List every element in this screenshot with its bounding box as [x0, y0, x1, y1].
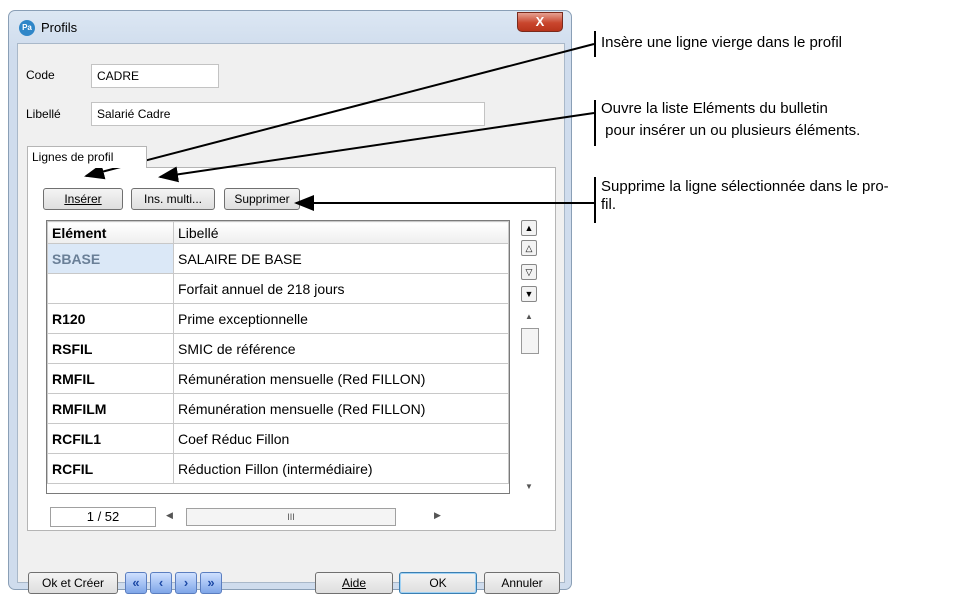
- profils-window: Pa Profils X Code CADRE Libellé Salarié …: [8, 10, 572, 594]
- libelle-field[interactable]: Salarié Cadre: [91, 102, 485, 126]
- app-icon: Pa: [19, 20, 35, 36]
- cell-element[interactable]: RCFIL: [47, 453, 174, 484]
- cell-libelle[interactable]: Coef Réduc Fillon: [173, 423, 509, 454]
- libelle-label: Libellé: [26, 107, 61, 121]
- window-title: Profils: [41, 20, 78, 35]
- annotation-insert: Insère une ligne vierge dans le profil: [601, 34, 842, 51]
- scroll-left-arrow-icon[interactable]: ◀: [166, 510, 173, 521]
- cell-element[interactable]: SBASE: [47, 243, 174, 274]
- scroll-right-arrow-icon[interactable]: ▶: [434, 510, 441, 521]
- horizontal-scroll-thumb[interactable]: III: [186, 508, 396, 526]
- column-header-element[interactable]: Elément: [47, 221, 174, 244]
- cancel-button[interactable]: Annuler: [484, 572, 560, 594]
- move-down-icon[interactable]: ▽: [521, 264, 537, 280]
- tab-lignes-de-profil[interactable]: Lignes de profil: [27, 146, 147, 168]
- annotation-bar-multi: [594, 100, 596, 146]
- table-row[interactable]: R120 Prime exceptionnelle: [47, 303, 509, 334]
- cell-libelle[interactable]: Prime exceptionnelle: [173, 303, 509, 334]
- scroll-grip: III: [287, 512, 295, 522]
- cell-libelle[interactable]: Réduction Fillon (intermédiaire): [173, 453, 509, 484]
- last-record-icon[interactable]: »: [200, 572, 222, 594]
- row-counter: 1 / 52: [50, 507, 156, 527]
- scroll-thumb[interactable]: [521, 328, 539, 354]
- title-bar: Pa Profils X: [9, 11, 571, 41]
- table-row[interactable]: SBASE SALAIRE DE BASE: [47, 243, 509, 274]
- annotation-delete-line2: fil.: [601, 196, 616, 213]
- cell-libelle[interactable]: SMIC de référence: [173, 333, 509, 364]
- annotation-delete-line1: Supprime la ligne sélectionnée dans le p…: [601, 178, 889, 195]
- cell-libelle[interactable]: SALAIRE DE BASE: [173, 243, 509, 274]
- dialog-client: Code CADRE Libellé Salarié Cadre Lignes …: [17, 43, 565, 594]
- horizontal-scrollbar[interactable]: ◀ III ▶: [158, 507, 441, 527]
- ok-button[interactable]: OK: [399, 572, 477, 594]
- insert-multi-button[interactable]: Ins. multi...: [131, 188, 215, 210]
- code-label: Code: [26, 68, 55, 82]
- ok-create-button[interactable]: Ok et Créer: [28, 572, 118, 594]
- code-field[interactable]: CADRE: [91, 64, 219, 88]
- cell-libelle[interactable]: Forfait annuel de 218 jours: [173, 273, 509, 304]
- cell-element[interactable]: RSFIL: [47, 333, 174, 364]
- move-first-icon[interactable]: ▲: [521, 220, 537, 236]
- help-button-label: Aide: [341, 576, 367, 590]
- cell-element[interactable]: R120: [47, 303, 174, 334]
- table-row[interactable]: RCFIL Réduction Fillon (intermédiaire): [47, 453, 509, 484]
- help-button[interactable]: Aide: [315, 572, 393, 594]
- table-row[interactable]: RMFIL Rémunération mensuelle (Red FILLON…: [47, 363, 509, 394]
- first-record-icon[interactable]: «: [125, 572, 147, 594]
- cell-libelle[interactable]: Rémunération mensuelle (Red FILLON): [173, 393, 509, 424]
- vertical-scrollbar[interactable]: ▲ △ ▽ ▼ ▲ ▼: [521, 220, 539, 500]
- delete-button-label: Supprimer: [234, 192, 290, 206]
- table-row[interactable]: RSFIL SMIC de référence: [47, 333, 509, 364]
- annotation-multi-line1: Ouvre la liste Eléments du bulletin: [601, 100, 828, 117]
- table-row[interactable]: Forfait annuel de 218 jours: [47, 273, 509, 304]
- next-record-icon[interactable]: ›: [175, 572, 197, 594]
- annotation-multi-line2: pour insérer un ou plusieurs éléments.: [601, 122, 861, 139]
- cell-element[interactable]: RMFIL: [47, 363, 174, 394]
- grid-header-row: Elément Libellé: [47, 221, 509, 244]
- table-row[interactable]: RMFILM Rémunération mensuelle (Red FILLO…: [47, 393, 509, 424]
- scroll-down-arrow-icon[interactable]: ▼: [525, 482, 533, 491]
- move-up-icon[interactable]: △: [521, 240, 537, 256]
- annotation-bar-delete: [594, 177, 596, 223]
- delete-button[interactable]: Supprimer: [224, 188, 300, 210]
- profile-lines-grid: Elément Libellé SBASE SALAIRE DE BASE Fo…: [46, 220, 510, 494]
- close-button[interactable]: X: [517, 12, 563, 32]
- cell-libelle[interactable]: Rémunération mensuelle (Red FILLON): [173, 363, 509, 394]
- insert-button-label: Insérer: [64, 192, 102, 206]
- column-header-libelle[interactable]: Libellé: [173, 221, 509, 244]
- insert-button[interactable]: Insérer: [43, 188, 123, 210]
- cell-element[interactable]: RMFILM: [47, 393, 174, 424]
- previous-record-icon[interactable]: ‹: [150, 572, 172, 594]
- annotation-bar-insert: [594, 31, 596, 57]
- cell-element[interactable]: [47, 273, 174, 304]
- scroll-up-arrow-icon[interactable]: ▲: [525, 312, 533, 321]
- move-last-icon[interactable]: ▼: [521, 286, 537, 302]
- cell-element[interactable]: RCFIL1: [47, 423, 174, 454]
- table-row[interactable]: RCFIL1 Coef Réduc Fillon: [47, 423, 509, 454]
